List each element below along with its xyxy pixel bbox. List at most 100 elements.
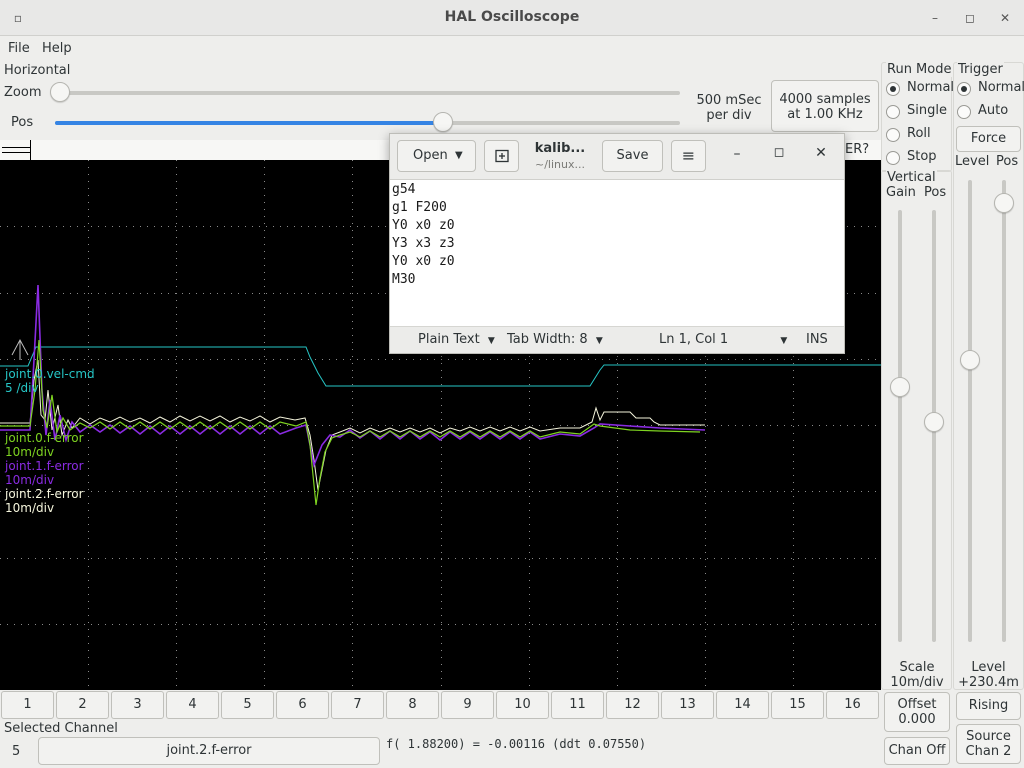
minimize-icon[interactable]: – [925,8,945,28]
zoom-slider-track[interactable] [55,91,680,95]
channel-button-6[interactable]: 6 [276,691,329,719]
language-dropdown-icon: ▼ [487,336,495,346]
maximize-icon[interactable]: ◻ [960,8,980,28]
trace-scale: 10m/div [5,473,55,487]
channel-button-12[interactable]: 12 [606,691,659,719]
trigger-option-label[interactable]: Auto [978,103,1008,118]
run-mode-option-label[interactable]: Single [907,103,947,118]
trigger-pos-slider-knob[interactable] [994,193,1014,214]
gain-slider-knob[interactable] [890,377,910,398]
pos-slider-knob[interactable] [432,112,453,132]
chan-off-button[interactable]: Chan Off [884,737,950,765]
trace-name: joint.1.f-error [5,459,84,473]
insert-mode: INS [806,332,828,347]
menu-file[interactable]: File [8,41,30,56]
cursor-position-selector[interactable]: Ln 1, Col 1 ▼ [659,332,787,347]
vertical-pos-slider-knob[interactable] [924,411,944,432]
run-mode-option-label[interactable]: Normal [907,80,954,95]
overview-line [2,152,30,153]
force-button[interactable]: Force [956,126,1021,152]
channel-button-14[interactable]: 14 [716,691,769,719]
pos-slider-fill [55,121,443,125]
trace-label-joint0-vel-cmd: joint.0.vel-cmd 5 /div [5,367,95,395]
editor-line[interactable]: Y0 x0 z0 [392,253,842,271]
trigger-source-button[interactable]: Source Chan 2 [956,724,1021,764]
editor-line[interactable]: Y3 x3 z3 [392,235,842,253]
trace-label-joint0-f-error: joint.0.f-error 10m/div [5,431,84,459]
editor-line[interactable]: Y0 x0 z0 [392,217,842,235]
editor-line[interactable]: g54 [392,181,842,199]
new-tab-button[interactable] [484,140,519,172]
editor-close-icon[interactable]: ✕ [810,145,832,161]
menu-help[interactable]: Help [42,41,72,56]
channel-button-1[interactable]: 1 [1,691,54,719]
editor-line[interactable]: g1 F200 [392,199,842,217]
vertical-pos-label: Pos [924,185,947,200]
offset-button[interactable]: Offset 0.000 [884,692,950,732]
sample-rate-button[interactable]: 4000 samples at 1.00 KHz [771,80,879,132]
channel-button-16[interactable]: 16 [826,691,879,719]
channel-button-5[interactable]: 5 [221,691,274,719]
trace-joint0-f-error [0,339,701,506]
title-bar: ▫ HAL Oscilloscope – ◻ ✕ [0,0,1024,36]
channel-button-3[interactable]: 3 [111,691,164,719]
rising-button[interactable]: Rising [956,692,1021,720]
channel-button-9[interactable]: 9 [441,691,494,719]
trace-name: joint.0.f-error [5,431,84,445]
channel-button-15[interactable]: 15 [771,691,824,719]
channel-button-10[interactable]: 10 [496,691,549,719]
trigger-level-slider-track[interactable] [968,180,972,642]
open-button-label: Open [413,148,448,163]
editor-maximize-icon[interactable]: ◻ [768,145,790,160]
tab-width-dropdown-icon: ▼ [595,336,603,346]
trace-name: joint.2.f-error [5,487,84,501]
editor-minimize-icon[interactable]: – [726,146,748,162]
editor-line[interactable]: M30 [392,271,842,289]
run-mode-radio-normal[interactable] [886,82,900,96]
close-icon[interactable]: ✕ [995,8,1015,28]
vertical-label: Vertical [886,170,937,185]
overview-cursor [30,140,31,160]
channel-button-4[interactable]: 4 [166,691,219,719]
trigger-option-label[interactable]: Normal [978,80,1024,95]
save-button[interactable]: Save [602,140,663,172]
pos-label: Pos [11,115,34,130]
hamburger-menu-icon[interactable]: ≡ [671,140,706,172]
overview-line [2,147,30,148]
window-title: HAL Oscilloscope [444,9,580,25]
run-mode-radio-roll[interactable] [886,128,900,142]
tab-width-selector[interactable]: Tab Width: 8 ▼ [507,332,603,347]
trigger-level-label: Level [955,154,990,169]
run-mode-option-label[interactable]: Roll [907,126,931,141]
run-mode-radio-single[interactable] [886,105,900,119]
trace-name: joint.0.vel-cmd [5,367,95,381]
text-editor-area[interactable]: g54 g1 F200 Y0 x0 z0 Y3 x3 z3 Y0 x0 z0 M30 [392,181,842,326]
selected-channel-name-button[interactable]: joint.2.f-error [38,737,380,765]
language-label: Plain Text [418,332,480,347]
zoom-slider-knob[interactable] [50,82,70,102]
channel-button-8[interactable]: 8 [386,691,439,719]
language-selector[interactable]: Plain Text ▼ [418,332,495,347]
trace-scale: 5 /div [5,381,39,395]
run-mode-radio-stop[interactable] [886,151,900,165]
gain-slider-track[interactable] [898,210,902,642]
channel-button-13[interactable]: 13 [661,691,714,719]
selected-channel-number: 5 [12,744,21,759]
gain-label: Gain [886,185,916,200]
channel-button-7[interactable]: 7 [331,691,384,719]
open-button[interactable]: Open ▼ [397,140,476,172]
channel-button-11[interactable]: 11 [551,691,604,719]
trigger-radio-auto[interactable] [957,105,971,119]
channel-button-2[interactable]: 2 [56,691,109,719]
trigger-pos-slider-track[interactable] [1002,180,1006,642]
trigger-radio-normal[interactable] [957,82,971,96]
horizontal-frame-label: Horizontal [4,63,71,78]
open-dropdown-icon: ▼ [455,150,463,161]
value-readout: f( 1.88200) = -0.00116 (ddt 0.07550) [386,737,647,751]
vertical-scale: Scale 10m/div [890,660,944,690]
file-path: ~/linux... [535,158,585,171]
selected-channel-label: Selected Channel [4,721,118,736]
editor-status-bar: Plain Text ▼ Tab Width: 8 ▼ Ln 1, Col 1 … [390,326,844,353]
new-document-icon [494,149,509,163]
run-mode-option-label[interactable]: Stop [907,149,937,164]
